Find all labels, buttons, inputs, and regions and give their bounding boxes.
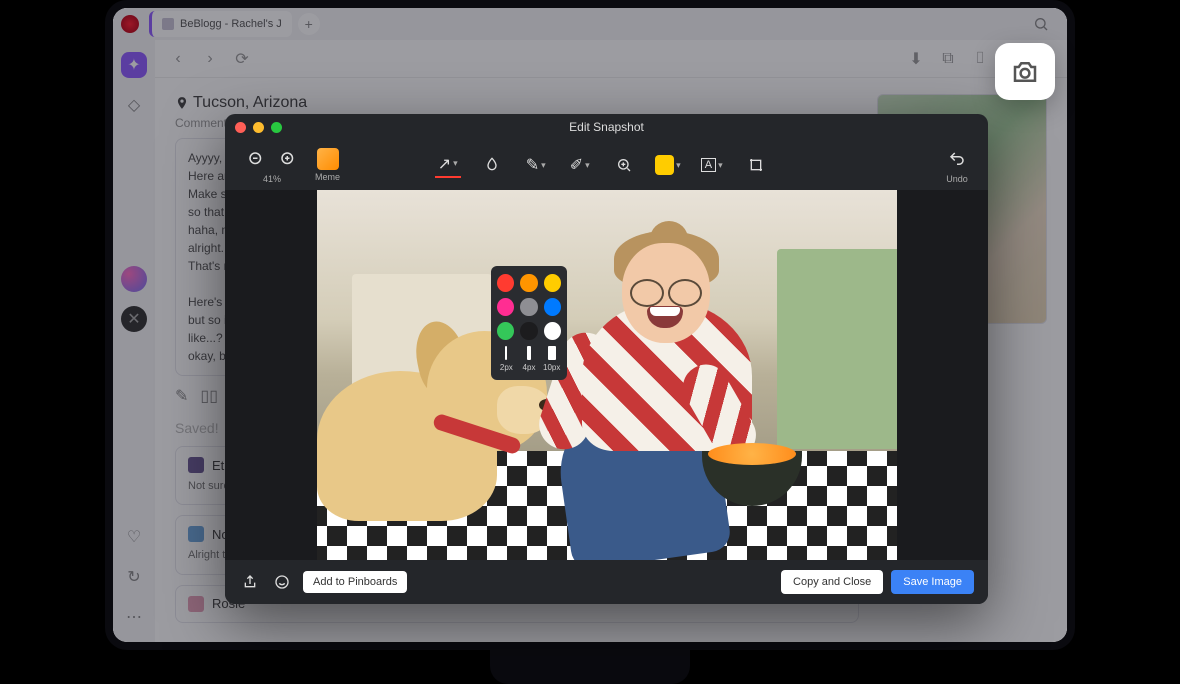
copy-and-close-button[interactable]: Copy and Close xyxy=(781,570,883,594)
share-icon[interactable] xyxy=(239,571,261,593)
stroke-4px[interactable]: 4px xyxy=(520,346,539,372)
color-swatch-black[interactable] xyxy=(520,322,537,340)
zoom-in-button[interactable] xyxy=(275,146,301,172)
arrow-tool-button[interactable]: ↗▾ xyxy=(435,152,461,178)
color-palette: 2px 4px 10px xyxy=(491,266,567,380)
add-to-pinboards-button[interactable]: Add to Pinboards xyxy=(303,571,407,593)
snapshot-camera-badge xyxy=(995,43,1055,100)
sticker-tool-button[interactable]: ▾ xyxy=(655,152,681,178)
meme-tool-icon[interactable] xyxy=(317,148,339,170)
stroke-10px[interactable]: 10px xyxy=(542,346,561,372)
color-swatch-blue[interactable] xyxy=(544,298,561,316)
zoom-out-button[interactable] xyxy=(243,146,269,172)
undo-button[interactable] xyxy=(944,146,970,172)
undo-label: Undo xyxy=(946,174,968,184)
magnify-tool-button[interactable] xyxy=(611,152,637,178)
blur-tool-button[interactable] xyxy=(479,152,505,178)
color-swatch-pink[interactable] xyxy=(497,298,514,316)
color-swatch-green[interactable] xyxy=(497,322,514,340)
pencil-tool-button[interactable]: ✐▾ xyxy=(567,152,593,178)
color-swatch-yellow[interactable] xyxy=(544,274,561,292)
color-swatch-gray[interactable] xyxy=(520,298,537,316)
snapshot-editor-window: Edit Snapshot 41% Meme ↗▾ ✎▾ ✐▾ ▾ A▾ Und… xyxy=(225,114,988,604)
color-swatch-white[interactable] xyxy=(544,322,561,340)
save-image-button[interactable]: Save Image xyxy=(891,570,974,594)
crop-tool-button[interactable] xyxy=(743,152,769,178)
meme-label: Meme xyxy=(315,172,340,182)
snapshot-image xyxy=(317,190,897,560)
color-swatch-red[interactable] xyxy=(497,274,514,292)
highlighter-tool-button[interactable]: ✎▾ xyxy=(523,152,549,178)
editor-canvas[interactable]: 2px 4px 10px xyxy=(225,190,988,560)
editor-title: Edit Snapshot xyxy=(225,120,988,134)
text-tool-button[interactable]: A▾ xyxy=(699,152,725,178)
stroke-2px[interactable]: 2px xyxy=(497,346,516,372)
color-swatch-orange[interactable] xyxy=(520,274,537,292)
emoji-icon[interactable] xyxy=(271,571,293,593)
camera-icon xyxy=(1010,57,1040,87)
zoom-level: 41% xyxy=(263,174,281,184)
